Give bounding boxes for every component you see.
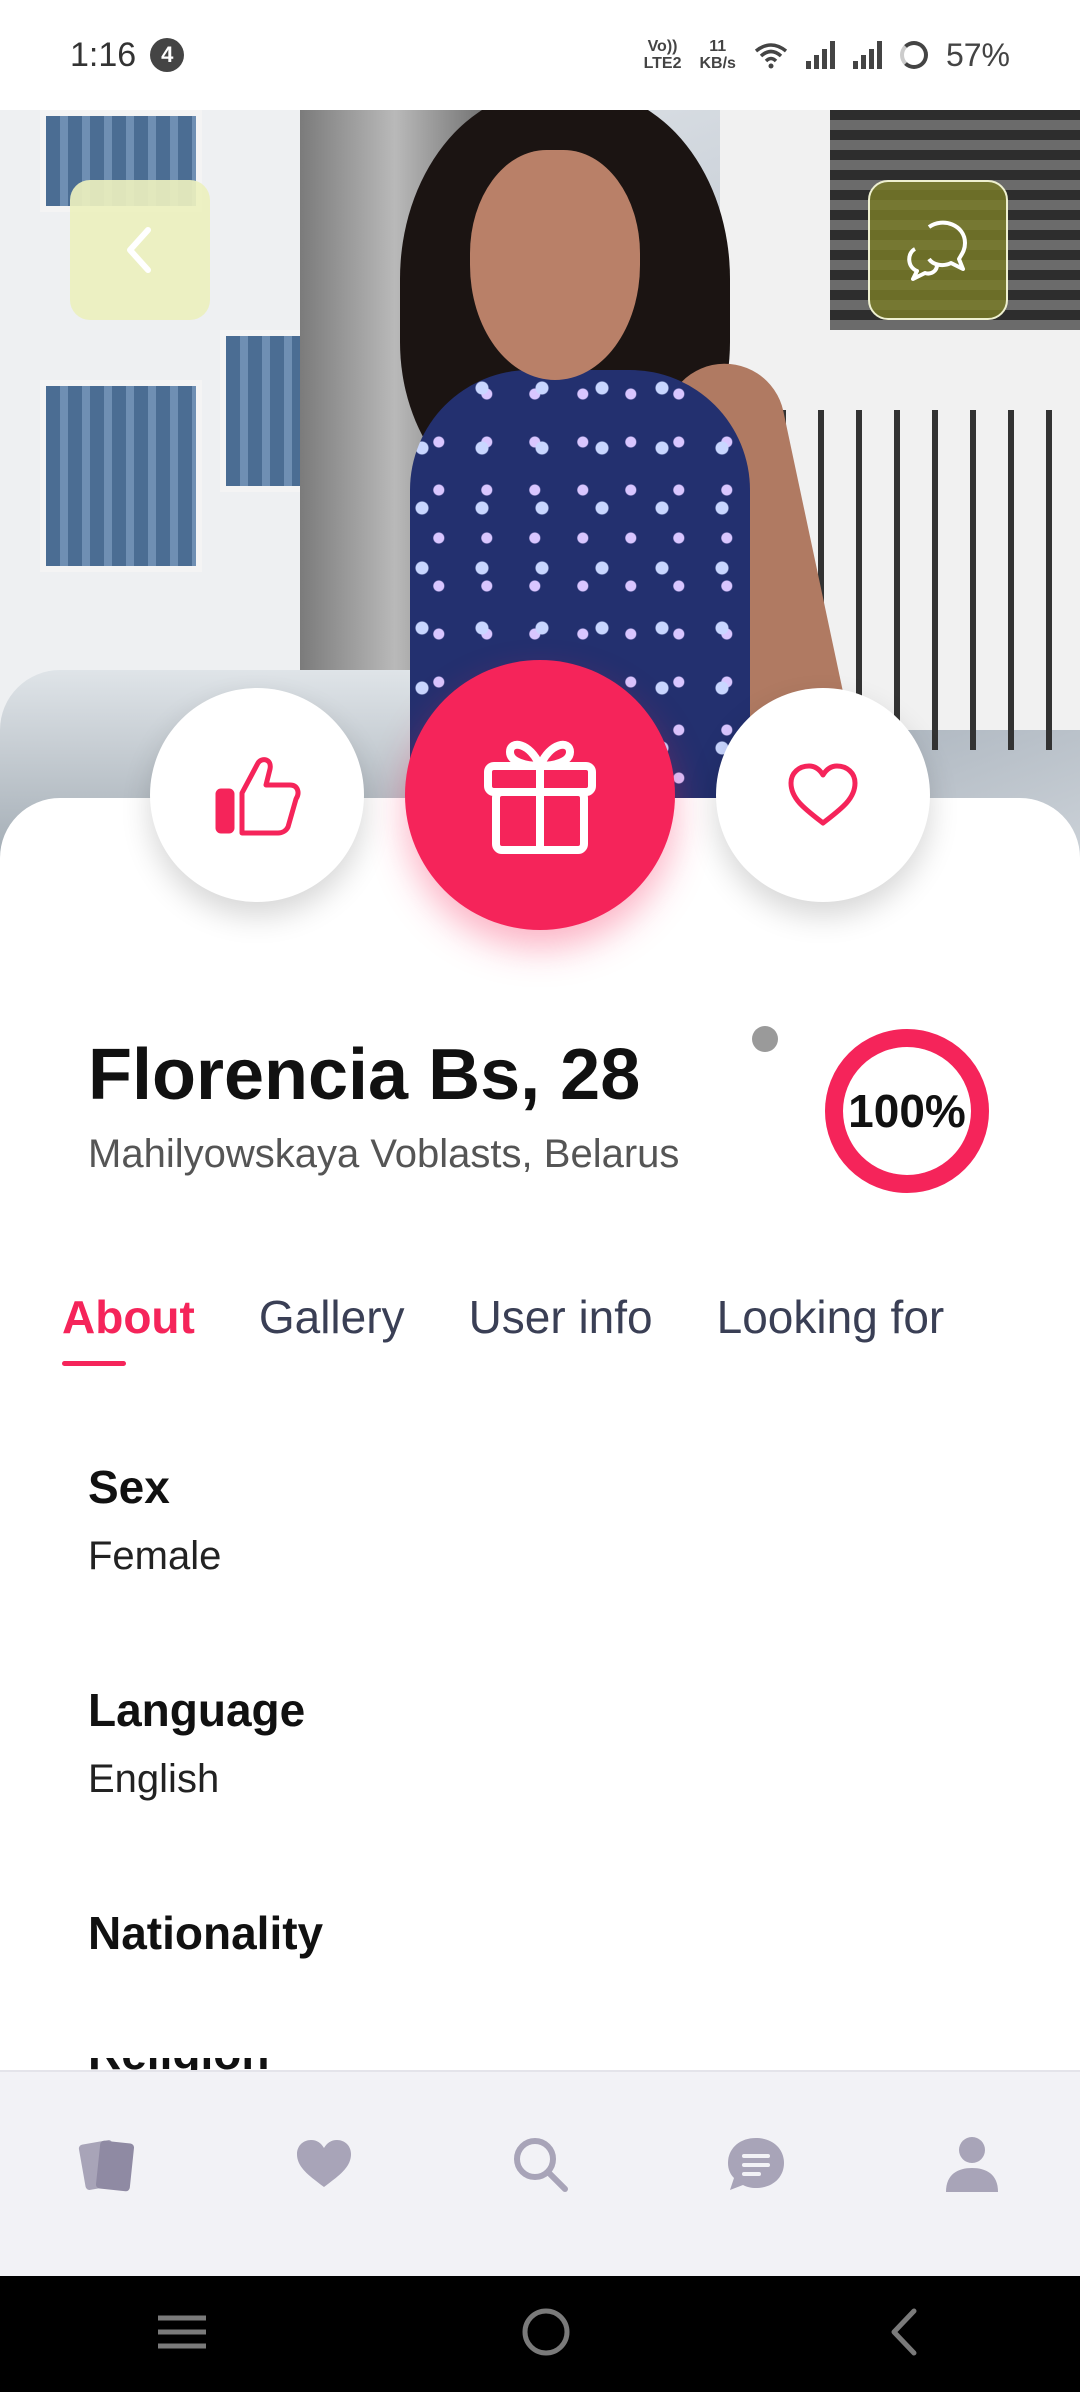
nav-messages[interactable] bbox=[711, 2119, 801, 2209]
about-field-nationality: Nationality bbox=[88, 1906, 323, 1980]
photo-person-face bbox=[470, 150, 640, 380]
back-button[interactable] bbox=[70, 180, 210, 320]
gift-icon bbox=[484, 740, 596, 854]
system-back-button[interactable] bbox=[884, 2307, 924, 2362]
system-navigation-bar bbox=[0, 2276, 1080, 2392]
chat-icon bbox=[728, 2138, 784, 2190]
bottom-navigation bbox=[0, 2070, 1080, 2276]
battery-icon bbox=[899, 41, 928, 69]
chevron-left-icon bbox=[127, 227, 151, 273]
menu-lines-icon bbox=[158, 2315, 206, 2348]
photo-window bbox=[40, 380, 202, 572]
field-label: Nationality bbox=[88, 1907, 324, 1959]
profile-card bbox=[0, 798, 1080, 2070]
recent-apps-button[interactable] bbox=[156, 2312, 208, 2357]
volte-label: Vo)) bbox=[647, 38, 678, 55]
status-left: 1:16 4 bbox=[70, 35, 185, 75]
field-value: Female bbox=[88, 1534, 222, 1578]
wifi-icon bbox=[754, 43, 788, 69]
field-label: Sex bbox=[88, 1461, 170, 1513]
gift-button[interactable] bbox=[405, 660, 675, 930]
nav-profile[interactable] bbox=[927, 2119, 1017, 2209]
field-value: English bbox=[88, 1757, 220, 1801]
home-circle-icon bbox=[522, 2308, 570, 2355]
favorite-button[interactable] bbox=[716, 688, 930, 902]
nav-search[interactable] bbox=[495, 2119, 585, 2209]
status-right: Vo)) LTE2 11 KB/s 57% bbox=[644, 37, 1010, 74]
tab-looking-for[interactable]: Looking for bbox=[717, 1290, 945, 1366]
nav-cards[interactable] bbox=[63, 2119, 153, 2209]
chat-button[interactable] bbox=[868, 180, 1008, 320]
status-time: 1:16 bbox=[70, 35, 137, 74]
profile-completion-text: 100% bbox=[848, 1085, 966, 1137]
online-status-dot bbox=[752, 1026, 778, 1052]
signal-strength-icon-2 bbox=[852, 41, 882, 69]
network-speed: 11 KB/s bbox=[700, 38, 736, 72]
tab-gallery[interactable]: Gallery bbox=[259, 1290, 405, 1366]
net-speed-value: 11 bbox=[709, 38, 727, 55]
heart-outline-icon bbox=[788, 763, 858, 826]
tab-user-info[interactable]: User info bbox=[469, 1290, 653, 1366]
signal-strength-icon-1 bbox=[805, 41, 835, 69]
volte-indicator: Vo)) LTE2 bbox=[644, 38, 682, 72]
cards-icon bbox=[78, 2140, 135, 2192]
heart-icon bbox=[297, 2140, 351, 2187]
home-button[interactable] bbox=[520, 2306, 572, 2363]
profile-icon bbox=[946, 2137, 998, 2192]
net-speed-unit: KB/s bbox=[699, 55, 736, 72]
notification-count-badge: 4 bbox=[150, 38, 185, 72]
chat-bubbles-icon bbox=[907, 220, 967, 281]
battery-percent: 57% bbox=[945, 36, 1010, 73]
like-button[interactable] bbox=[150, 688, 364, 902]
field-label: Language bbox=[88, 1684, 306, 1736]
search-icon bbox=[514, 2138, 568, 2192]
lte-label: LTE2 bbox=[643, 55, 682, 72]
about-field-sex: Sex Female bbox=[88, 1460, 221, 1579]
tab-about[interactable]: About bbox=[62, 1290, 195, 1366]
thumbs-up-icon bbox=[215, 757, 301, 836]
back-triangle-icon bbox=[891, 2308, 917, 2355]
status-bar: 1:16 4 Vo)) LTE2 11 KB/s 57% bbox=[0, 0, 1080, 110]
nav-favorites[interactable] bbox=[279, 2119, 369, 2209]
profile-tabs: About Gallery User info Looking for bbox=[62, 1290, 944, 1366]
profile-location: Mahilyowskaya Voblasts, Belarus bbox=[88, 1132, 680, 1176]
about-field-language: Language English bbox=[88, 1683, 305, 1802]
profile-name-age: Florencia Bs, 28 bbox=[88, 1035, 641, 1115]
